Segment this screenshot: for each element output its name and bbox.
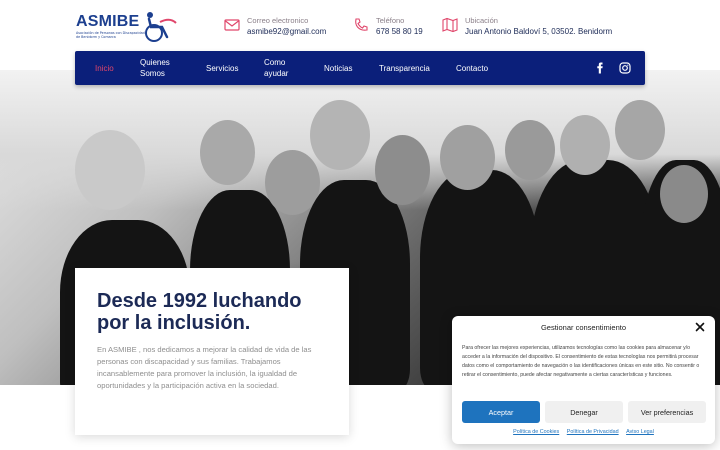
nav-item-transparencia[interactable]: Transparencia: [379, 51, 430, 85]
hero-title: Desde 1992 luchando por la inclusión.: [97, 290, 302, 334]
page: ASMIBE Asociación de Personas con Discap…: [0, 0, 720, 450]
logo-text: ASMIBE: [76, 13, 140, 30]
phone-link[interactable]: 678 58 80 19: [376, 27, 423, 36]
facebook-icon[interactable]: [594, 62, 606, 74]
cookie-policy-link[interactable]: Política de Cookies: [513, 429, 559, 435]
map-icon: [442, 17, 458, 33]
preferences-button[interactable]: Ver preferencias: [628, 401, 706, 423]
nav-item-servicios[interactable]: Servicios: [206, 51, 238, 85]
cookie-consent-dialog: Gestionar consentimiento Para ofrecer la…: [452, 316, 715, 444]
hero-card: Desde 1992 luchando por la inclusión. En…: [75, 268, 349, 435]
logo-tagline: Asociación de Personas con Discapacidad …: [76, 31, 145, 39]
close-icon[interactable]: [695, 322, 705, 332]
email-link[interactable]: asmibe92@gmail.com: [247, 27, 326, 36]
nav-item-noticias[interactable]: Noticias: [324, 51, 352, 85]
accept-button[interactable]: Aceptar: [462, 401, 540, 423]
main-nav: Inicio Quienes Somos Servicios Como ayud…: [75, 51, 645, 85]
header: ASMIBE Asociación de Personas con Discap…: [0, 0, 720, 52]
deny-button[interactable]: Denegar: [545, 401, 623, 423]
contact-label: Correo electronico: [247, 16, 309, 25]
legal-notice-link[interactable]: Aviso Legal: [626, 429, 654, 435]
cookie-dialog-text: Para ofrecer las mejores experiencias, u…: [462, 345, 700, 378]
cookie-dialog-title: Gestionar consentimiento: [540, 323, 627, 332]
nav-item-como-ayudar[interactable]: Como ayudar: [264, 51, 304, 85]
instagram-icon[interactable]: [619, 62, 631, 74]
wheelchair-logo-icon: [145, 12, 177, 42]
hero-description: En ASMIBE , nos dedicamos a mejorar la c…: [97, 345, 312, 390]
logo[interactable]: ASMIBE Asociación de Personas con Discap…: [75, 11, 185, 43]
privacy-policy-link[interactable]: Política de Privacidad: [567, 429, 619, 435]
nav-item-quienes-somos[interactable]: Quienes Somos: [140, 51, 188, 85]
address-text: Juan Antonio Baldoví 5, 03502. Benidorm: [465, 27, 613, 36]
cookie-links: Política de Cookies Política de Privacid…: [452, 429, 715, 435]
nav-item-inicio[interactable]: Inicio: [95, 51, 114, 85]
contact-label: Ubicación: [465, 16, 498, 25]
contact-label: Teléfono: [376, 16, 405, 25]
phone-icon: [355, 18, 368, 31]
nav-item-contacto[interactable]: Contacto: [456, 51, 488, 85]
mail-icon: [224, 19, 240, 31]
